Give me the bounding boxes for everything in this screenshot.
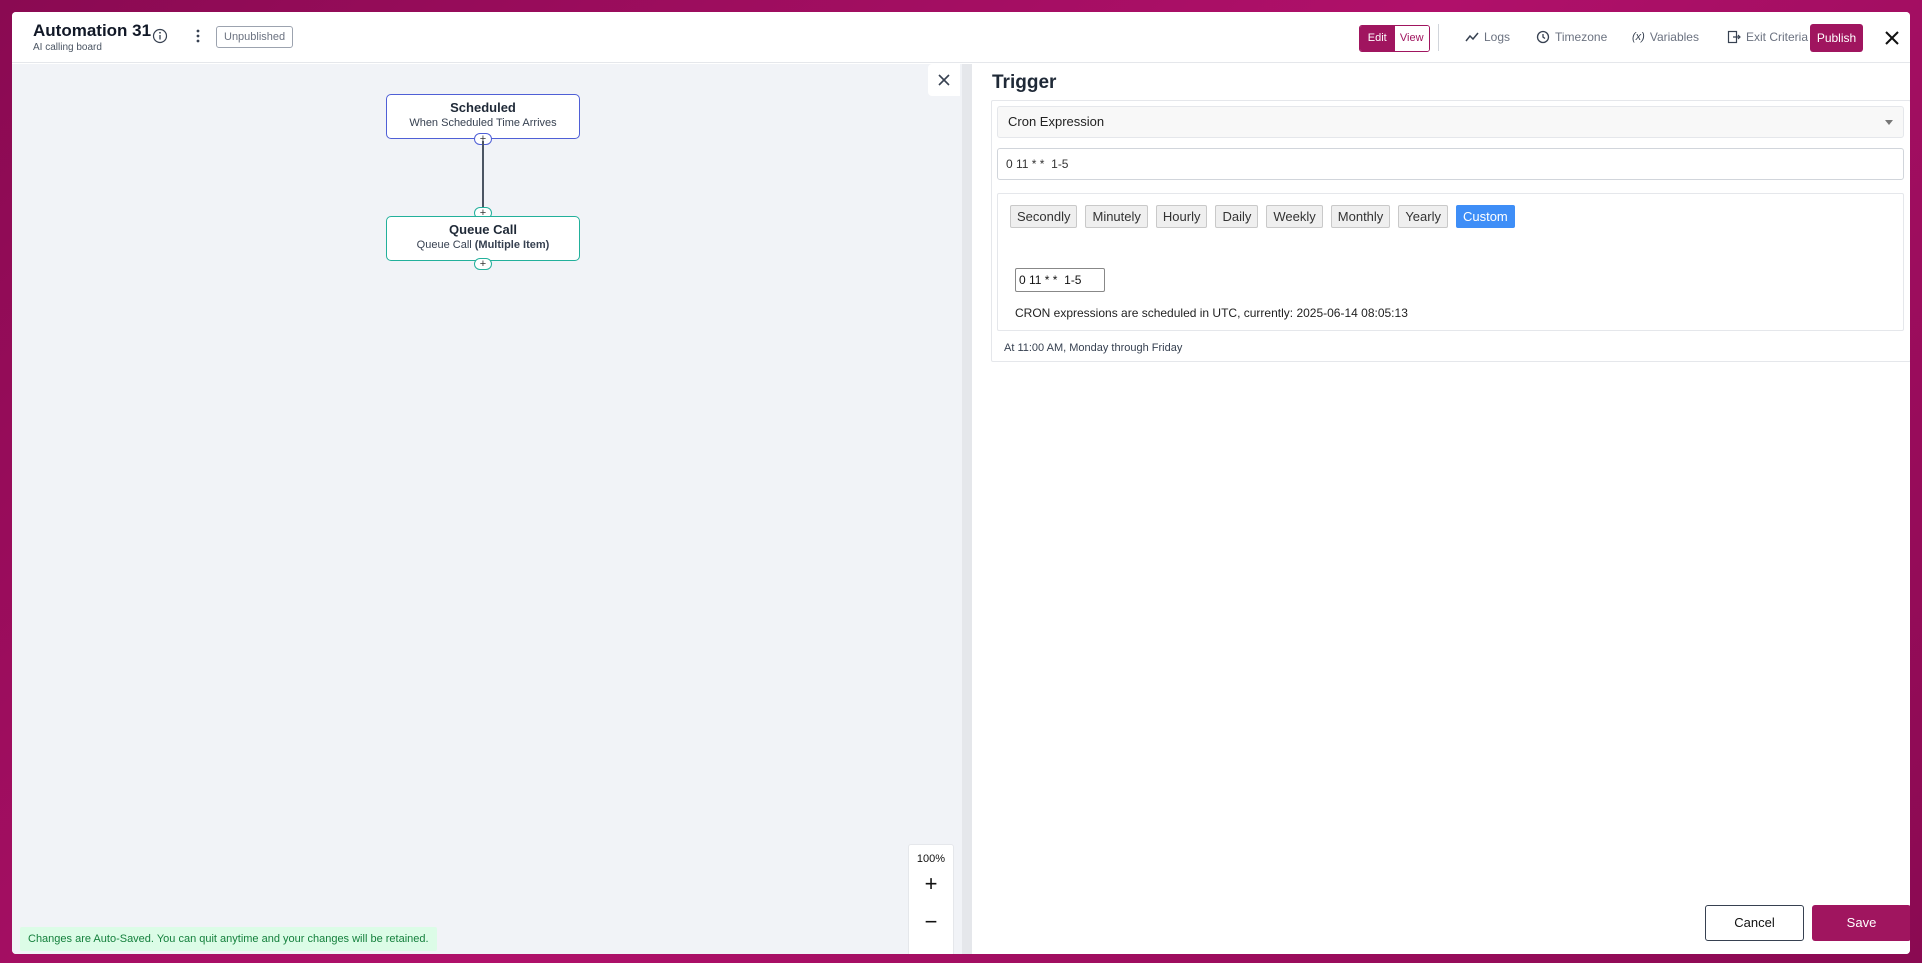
preset-daily[interactable]: Daily xyxy=(1215,205,1259,228)
zoom-level: 100% xyxy=(916,853,946,865)
logs-label: Logs xyxy=(1484,30,1511,44)
close-icon[interactable] xyxy=(1883,29,1901,47)
trigger-type-select[interactable]: Cron Expression xyxy=(997,106,1904,138)
status-badge: Unpublished xyxy=(216,26,294,48)
zoom-in-button[interactable]: + xyxy=(909,865,953,903)
panel-close-button[interactable] xyxy=(928,64,960,96)
exit-icon xyxy=(1727,30,1741,44)
preset-minutely[interactable]: Minutely xyxy=(1085,205,1148,228)
clock-icon xyxy=(1536,30,1550,44)
preset-weekly[interactable]: Weekly xyxy=(1266,205,1323,228)
node-title: Scheduled xyxy=(450,100,516,115)
zoom-controls: 100% + − xyxy=(908,844,954,954)
automation-window: Automation 31 AI calling board Unpublish… xyxy=(12,12,1910,954)
save-button[interactable]: Save xyxy=(1812,905,1910,941)
view-mode-button[interactable]: View xyxy=(1394,26,1429,51)
page-subtitle: AI calling board xyxy=(33,42,102,53)
preset-tabs: Secondly Minutely Hourly Daily Weekly Mo… xyxy=(1010,205,1515,228)
variables-label: Variables xyxy=(1649,30,1699,44)
cron-builder: Secondly Minutely Hourly Daily Weekly Mo… xyxy=(997,193,1904,331)
header-divider xyxy=(1438,24,1439,51)
publish-button[interactable]: Publish xyxy=(1810,24,1863,52)
cancel-button[interactable]: Cancel xyxy=(1705,905,1804,941)
queue-call-node[interactable]: Queue Call Queue Call (Multiple Item) xyxy=(386,216,580,261)
exit-criteria-button[interactable]: Exit Criteria xyxy=(1727,30,1808,44)
custom-cron-input[interactable] xyxy=(1015,268,1105,292)
exit-criteria-label: Exit Criteria xyxy=(1746,30,1809,44)
variables-button[interactable]: (x) Variables xyxy=(1632,30,1699,44)
cron-description: At 11:00 AM, Monday through Friday xyxy=(1004,342,1183,354)
panel-divider xyxy=(962,64,972,954)
preset-hourly[interactable]: Hourly xyxy=(1155,205,1208,228)
page-title: Automation 31 xyxy=(33,21,152,40)
node-subtitle-plain: Queue Call xyxy=(416,239,475,251)
preset-secondly[interactable]: Secondly xyxy=(1010,205,1078,228)
cron-expression-input[interactable] xyxy=(997,148,1904,180)
preset-custom[interactable]: Custom xyxy=(1455,205,1515,228)
node-title: Queue Call xyxy=(449,222,517,237)
node-connector xyxy=(482,141,484,211)
logs-button[interactable]: Logs xyxy=(1465,30,1510,44)
workflow-canvas[interactable]: Scheduled When Scheduled Time Arrives + … xyxy=(12,64,962,954)
node-subtitle: When Scheduled Time Arrives xyxy=(409,117,557,129)
mode-toggle: Edit View xyxy=(1359,25,1430,52)
preset-yearly[interactable]: Yearly xyxy=(1398,205,1448,228)
zoom-out-button[interactable]: − xyxy=(909,903,953,941)
top-header: Automation 31 AI calling board Unpublish… xyxy=(12,12,1910,63)
timezone-button[interactable]: Timezone xyxy=(1536,30,1607,44)
trigger-type-value: Cron Expression xyxy=(1008,114,1105,129)
panel-title: Trigger xyxy=(992,72,1057,93)
info-icon[interactable] xyxy=(152,28,168,44)
variable-icon: (x) xyxy=(1632,31,1645,43)
more-options-icon[interactable] xyxy=(190,28,206,44)
trigger-config-card: Cron Expression Secondly Minutely Hourly… xyxy=(991,100,1910,362)
autosave-notice: Changes are Auto-Saved. You can quit any… xyxy=(20,927,437,951)
node-subtitle: Queue Call (Multiple Item) xyxy=(387,239,579,251)
close-icon xyxy=(938,74,950,86)
add-step-handle[interactable]: + xyxy=(474,258,492,270)
utc-note: CRON expressions are scheduled in UTC, c… xyxy=(1015,306,1408,320)
trigger-panel: Trigger Cron Expression Secondly Minutel… xyxy=(972,64,1910,954)
node-subtitle-bold: (Multiple Item) xyxy=(474,239,550,251)
trend-line-icon xyxy=(1465,32,1479,42)
preset-monthly[interactable]: Monthly xyxy=(1330,205,1391,228)
chevron-down-icon xyxy=(1885,120,1893,125)
edit-mode-button[interactable]: Edit xyxy=(1360,26,1395,51)
timezone-label: Timezone xyxy=(1555,30,1608,44)
